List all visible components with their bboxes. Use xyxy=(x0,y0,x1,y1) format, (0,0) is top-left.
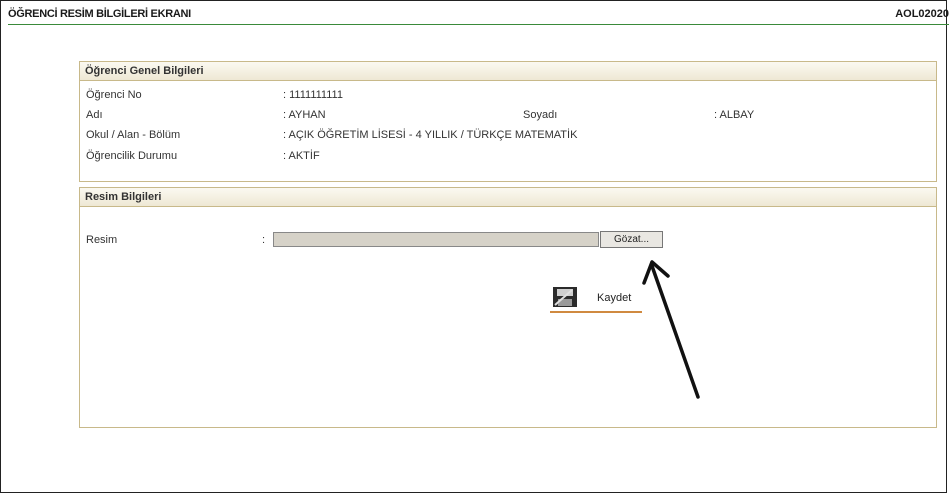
status-label: Öğrencilik Durumu xyxy=(86,150,178,162)
save-label: Kaydet xyxy=(597,292,632,304)
general-info-section: Öğrenci Genel Bilgileri xyxy=(79,61,937,182)
status-value: : AKTİF xyxy=(283,150,320,162)
page-title: ÖĞRENCİ RESİM BİLGİLERİ EKRANI xyxy=(8,8,191,20)
picture-label: Resim xyxy=(86,234,118,246)
surname-value: : ALBAY xyxy=(714,109,755,121)
save-icon xyxy=(553,287,577,307)
photo-info-heading: Resim Bilgileri xyxy=(80,188,936,207)
annotation-arrow xyxy=(642,260,700,399)
student-no-label: Öğrenci No xyxy=(86,89,142,101)
name-label: Adı xyxy=(86,109,103,121)
school-label: Okul / Alan - Bölüm xyxy=(86,129,181,141)
school-value: : AÇIK ÖĞRETİM LİSESİ - 4 YILLIK / TÜRKÇ… xyxy=(283,129,578,141)
surname-label: Soyadı xyxy=(523,109,558,121)
save-button[interactable]: Kaydet xyxy=(550,283,642,313)
name-value: : AYHAN xyxy=(283,109,326,121)
general-info-heading: Öğrenci Genel Bilgileri xyxy=(80,62,936,81)
picture-colon: : xyxy=(262,234,266,246)
student-no-value: : 1111111111 xyxy=(283,89,343,101)
photo-info-section: Resim Bilgileri xyxy=(79,187,937,428)
save-underline xyxy=(550,311,642,313)
screen-code: AOL02020 xyxy=(895,8,949,20)
browse-button[interactable]: Gözat... xyxy=(600,231,663,248)
title-divider xyxy=(8,24,949,25)
title-bar: ÖĞRENCİ RESİM BİLGİLERİ EKRANI AOL02020 xyxy=(8,8,949,24)
picture-file-input[interactable] xyxy=(273,232,599,247)
